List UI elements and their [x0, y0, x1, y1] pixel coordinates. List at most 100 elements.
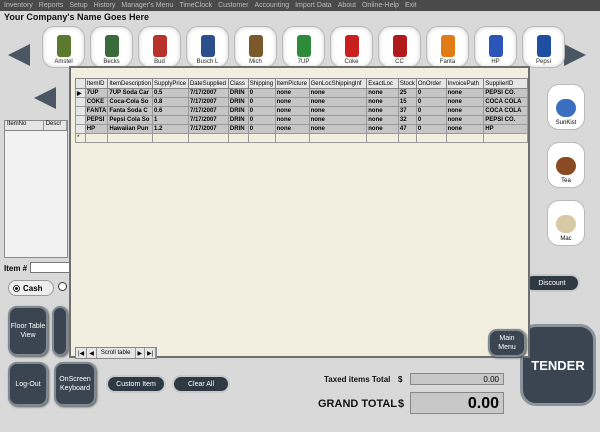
table-cell[interactable]: none — [308, 124, 368, 134]
table-row[interactable]: PEPSI Pepsi Cola So 1 7/17/2007 DRIN 0 none non… — [75, 115, 528, 125]
table-cell[interactable]: DRIN — [227, 106, 249, 116]
table-cell[interactable]: 7/17/2007 — [187, 97, 229, 107]
product-pepsi[interactable]: Pepsi — [522, 26, 565, 68]
column-header-exactloc[interactable]: ExactLoc — [366, 78, 399, 89]
menu-item-about[interactable]: About — [338, 2, 356, 9]
product-mich[interactable]: Mich — [234, 26, 277, 68]
cash-radio[interactable]: Cash — [8, 280, 54, 296]
table-cell[interactable]: Hawaiian Pun — [107, 124, 154, 134]
product-hp[interactable]: HP — [474, 26, 517, 68]
table-cell[interactable] — [415, 133, 447, 143]
table-cell[interactable]: DRIN — [227, 88, 249, 98]
table-cell[interactable]: Coca-Cola So — [107, 97, 154, 107]
tender-button[interactable]: TENDER — [520, 324, 596, 406]
menu-item-inventory[interactable]: Inventory — [4, 2, 33, 9]
table-cell[interactable]: 0.5 — [152, 88, 189, 98]
table-cell[interactable]: none — [366, 106, 399, 116]
table-cell[interactable] — [274, 133, 310, 143]
product-becks[interactable]: Becks — [90, 26, 133, 68]
table-cell[interactable]: 32 — [397, 115, 417, 125]
table-cell[interactable]: none — [366, 97, 399, 107]
row-selector[interactable] — [75, 106, 86, 116]
previous-record-icon[interactable]: ◀ — [87, 348, 97, 358]
column-header-itemdescription[interactable]: ItemDescription — [107, 78, 154, 89]
product-7up[interactable]: 7UP — [282, 26, 325, 68]
table-cell[interactable]: none — [445, 115, 485, 125]
table-cell[interactable]: none — [366, 115, 399, 125]
table-cell[interactable]: DRIN — [227, 124, 249, 134]
table-cell[interactable] — [397, 133, 417, 143]
table-row[interactable]: HP Hawaiian Pun 1.2 7/17/2007 DRIN 0 none none n… — [75, 124, 528, 134]
row-selector[interactable] — [75, 115, 86, 125]
table-cell[interactable] — [187, 133, 229, 143]
table-cell[interactable]: none — [274, 88, 310, 98]
table-row[interactable]: FANTA Fanta Soda C 0.6 7/17/2007 DRIN 0 none no… — [75, 106, 528, 116]
onscreen-keyboard-button[interactable]: OnScreen Keyboard — [54, 362, 96, 406]
product-bud[interactable]: Bud — [138, 26, 181, 68]
table-cell[interactable]: none — [274, 115, 310, 125]
menu-item-exit[interactable]: Exit — [405, 2, 417, 9]
table-cell[interactable]: 7UP — [84, 88, 109, 98]
clear-all-button[interactable]: Clear All — [172, 375, 230, 393]
column-header-itemid[interactable]: ItemID — [84, 78, 109, 89]
table-cell[interactable]: none — [445, 97, 485, 107]
custom-item-button[interactable]: Custom Item — [106, 375, 166, 393]
main-menu-button[interactable]: Main Menu — [488, 329, 526, 357]
table-cell[interactable]: 7UP Soda Car — [107, 88, 154, 98]
column-header-supplierid[interactable]: SupplierID — [483, 78, 528, 89]
menu-item-online-help[interactable]: Online-Help — [362, 2, 399, 9]
table-cell[interactable]: 7/17/2007 — [187, 106, 229, 116]
column-header-genlocshippinginf[interactable]: GenLocShippingInf — [308, 78, 368, 89]
table-cell[interactable]: none — [308, 115, 368, 125]
new-row[interactable]: * — [75, 133, 528, 143]
menu-item-history[interactable]: History — [94, 2, 116, 9]
table-cell[interactable]: DRIN — [227, 115, 249, 125]
table-cell[interactable]: 7/17/2007 — [187, 124, 229, 134]
inventory-grid[interactable]: ItemID ItemDescription SupplyPrice DateSupp… — [75, 78, 528, 143]
table-cell[interactable]: none — [274, 97, 310, 107]
table-cell[interactable]: 0 — [247, 88, 276, 98]
menu-item-manager-s-menu[interactable]: Manager's Menu — [121, 2, 173, 9]
product-mac[interactable]: Mac — [547, 200, 585, 246]
table-cell[interactable] — [445, 133, 485, 143]
table-cell[interactable]: 0 — [415, 106, 447, 116]
first-record-icon[interactable]: |◀ — [76, 348, 88, 358]
table-cell[interactable]: none — [308, 97, 368, 107]
menu-item-import-data[interactable]: Import Data — [295, 2, 332, 9]
table-cell[interactable] — [84, 133, 109, 143]
row-selector[interactable] — [75, 97, 86, 107]
table-cell[interactable]: 7/17/2007 — [187, 115, 229, 125]
item-number-input[interactable] — [30, 262, 70, 273]
table-cell[interactable]: PEPSI CO. — [483, 115, 528, 125]
table-cell[interactable]: Pepsi Cola So — [107, 115, 154, 125]
table-cell[interactable]: PEPSI CO. — [483, 88, 528, 98]
order-list[interactable]: ItemNo Descr — [4, 120, 68, 258]
table-cell[interactable]: 0 — [247, 115, 276, 125]
table-cell[interactable] — [308, 133, 368, 143]
partial-button[interactable] — [52, 306, 68, 356]
table-cell[interactable]: none — [274, 106, 310, 116]
table-cell[interactable]: 15 — [397, 97, 417, 107]
scroll-right-arrow-icon[interactable] — [564, 44, 586, 66]
table-cell[interactable]: 0 — [247, 106, 276, 116]
column-header-stock[interactable]: Stock — [397, 78, 417, 89]
row-selector[interactable]: ▶ — [75, 88, 86, 98]
menu-item-setup[interactable]: Setup — [69, 2, 87, 9]
table-cell[interactable]: none — [366, 124, 399, 134]
floor-table-view-button[interactable]: Floor Table View — [8, 306, 48, 356]
table-cell[interactable]: none — [308, 106, 368, 116]
product-fanta[interactable]: Fanta — [426, 26, 469, 68]
table-cell[interactable]: COKE — [84, 97, 109, 107]
table-cell[interactable]: 0 — [415, 88, 447, 98]
table-cell[interactable]: 37 — [397, 106, 417, 116]
last-record-icon[interactable]: ▶| — [145, 348, 157, 358]
product-tea[interactable]: Tea — [547, 142, 585, 188]
table-cell[interactable] — [107, 133, 154, 143]
column-header-onorder[interactable]: OnOrder — [415, 78, 447, 89]
table-cell[interactable]: 7/17/2007 — [187, 88, 229, 98]
column-header-supplyprice[interactable]: SupplyPrice — [152, 78, 189, 89]
table-cell[interactable]: none — [445, 124, 485, 134]
table-cell[interactable]: HP — [483, 124, 528, 134]
menu-item-reports[interactable]: Reports — [39, 2, 64, 9]
table-cell[interactable] — [247, 133, 276, 143]
